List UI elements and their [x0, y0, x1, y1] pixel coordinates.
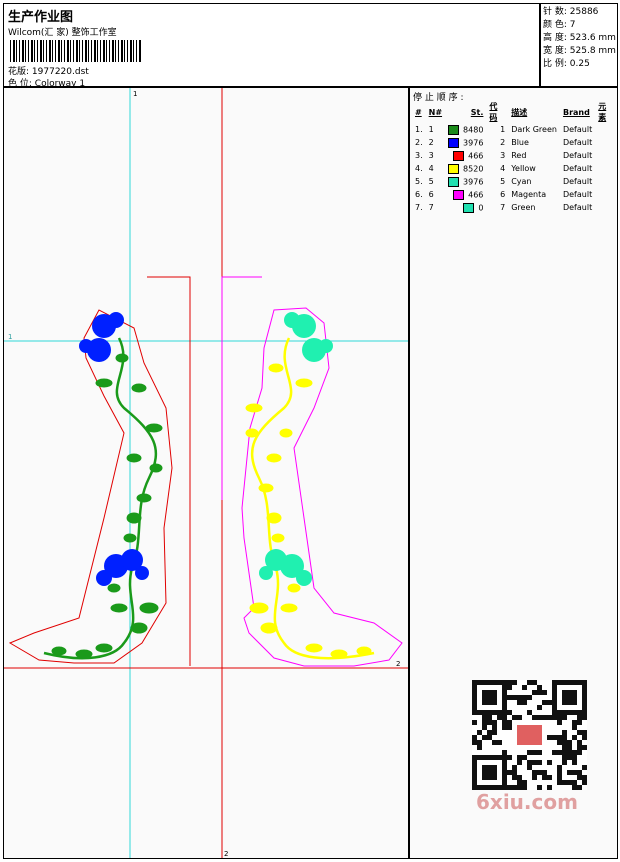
row-element: [595, 149, 617, 162]
table-row[interactable]: 2. 2 3976 2 Blue Default: [412, 136, 617, 149]
column-header: 描述: [511, 107, 528, 117]
right-vine-design: [245, 337, 375, 660]
left-vine-design: [43, 337, 163, 660]
header-panel: 生产作业图 Wilcom(汇 家) 整饰工作室 花版: 1977220.dst …: [3, 3, 540, 89]
row-stitches: 8480: [445, 123, 486, 136]
row-code: 1: [500, 125, 506, 134]
row-element: [595, 162, 617, 175]
column-header: 代码: [489, 102, 498, 122]
barcode-icon: [10, 40, 142, 62]
row-element: [595, 175, 617, 188]
row-stitches: 3976: [445, 136, 486, 149]
row-needle: 7: [428, 203, 434, 212]
row-needle: 5: [428, 177, 434, 186]
table-row[interactable]: 5. 5 3976 5 Cyan Default: [412, 175, 617, 188]
row-brand: Default: [562, 151, 593, 160]
column-header: St.: [470, 107, 484, 117]
row-element: [595, 188, 617, 201]
column-header: N#: [428, 107, 443, 117]
right-cut-line: [221, 276, 262, 500]
column-header: #: [415, 107, 422, 117]
color-swatch: [453, 150, 465, 161]
row-description: Red: [511, 151, 527, 160]
stat-height: 高 度: 523.6 mm: [543, 33, 616, 43]
row-description: Green: [511, 203, 536, 212]
row-code: 2: [500, 138, 506, 147]
guide-label: 2: [396, 660, 400, 668]
color-swatch: [448, 176, 460, 187]
stat-scale: 比 例: 0.25: [543, 59, 590, 69]
color-swatch: [453, 189, 465, 200]
table-row[interactable]: 7. 7 0 7 Green Default: [412, 201, 617, 214]
row-index: 6.: [415, 190, 423, 199]
embroidery-preview: 1 1 2 2: [4, 88, 408, 858]
color-swatch: [448, 124, 460, 135]
row-brand: Default: [562, 190, 593, 199]
table-row[interactable]: 6. 6 466 6 Magenta Default: [412, 188, 617, 201]
row-needle: 1: [428, 125, 434, 134]
row-index: 4.: [415, 164, 423, 173]
row-element: [595, 201, 617, 214]
table-row[interactable]: 4. 4 8520 4 Yellow Default: [412, 162, 617, 175]
row-index: 2.: [415, 138, 423, 147]
row-needle: 6: [428, 190, 434, 199]
row-stitches: 8520: [445, 162, 486, 175]
row-brand: Default: [562, 125, 593, 134]
row-code: 5: [500, 177, 506, 186]
qr-code-icon: [472, 680, 587, 790]
color-swatch: [463, 202, 475, 213]
row-needle: 4: [428, 164, 434, 173]
row-code: 7: [500, 203, 506, 212]
table-row[interactable]: 1. 1 8480 1 Dark Green Default: [412, 123, 617, 136]
column-header: Brand: [562, 107, 590, 117]
column-header: 元素: [598, 102, 607, 122]
color-swatch: [448, 163, 460, 174]
row-index: 3.: [415, 151, 423, 160]
stat-stitches: 针 数: 25886: [543, 7, 599, 17]
row-index: 7.: [415, 203, 423, 212]
color-swatch: [448, 137, 460, 148]
row-stitches: 466: [445, 188, 486, 201]
row-code: 3: [500, 151, 506, 160]
row-brand: Default: [562, 203, 593, 212]
row-description: Cyan: [511, 177, 532, 186]
guide-label: 1: [133, 90, 137, 98]
row-code: 6: [500, 190, 506, 199]
row-brand: Default: [562, 177, 593, 186]
row-stitches: 3976: [445, 175, 486, 188]
row-description: Blue: [511, 138, 529, 147]
row-brand: Default: [562, 138, 593, 147]
row-stitches: 466: [445, 149, 486, 162]
design-canvas[interactable]: 1 1 2 2: [3, 87, 409, 859]
company-name: Wilcom(汇 家) 整饰工作室: [8, 28, 117, 38]
row-code: 4: [500, 164, 506, 173]
stats-panel: 针 数: 25886 颜 色: 7 高 度: 523.6 mm 宽 度: 525…: [540, 3, 618, 87]
watermark: 6xiu.com: [476, 790, 578, 814]
table-row[interactable]: 3. 3 466 3 Red Default: [412, 149, 617, 162]
stop-sequence-panel: 停 止 顺 序 : # N# St. 代码 描述 Brand 元素 1. 1 848…: [409, 87, 618, 859]
row-description: Dark Green: [511, 125, 557, 134]
stat-colors: 颜 色: 7: [543, 20, 576, 30]
row-brand: Default: [562, 164, 593, 173]
stat-width: 宽 度: 525.8 mm: [543, 46, 616, 56]
row-description: Yellow: [511, 164, 536, 173]
row-index: 1.: [415, 125, 423, 134]
guide-label: 1: [8, 333, 12, 341]
row-element: [595, 136, 617, 149]
row-description: Magenta: [511, 190, 547, 199]
row-stitches: 0: [445, 201, 486, 214]
row-needle: 3: [428, 151, 434, 160]
page-title: 生产作业图: [8, 10, 74, 25]
row-needle: 2: [428, 138, 434, 147]
stop-sequence-table: # N# St. 代码 描述 Brand 元素 1. 1 8480 1 Dark Gre…: [412, 101, 617, 214]
row-element: [595, 123, 617, 136]
row-index: 5.: [415, 177, 423, 186]
guide-label: 2: [224, 850, 228, 858]
